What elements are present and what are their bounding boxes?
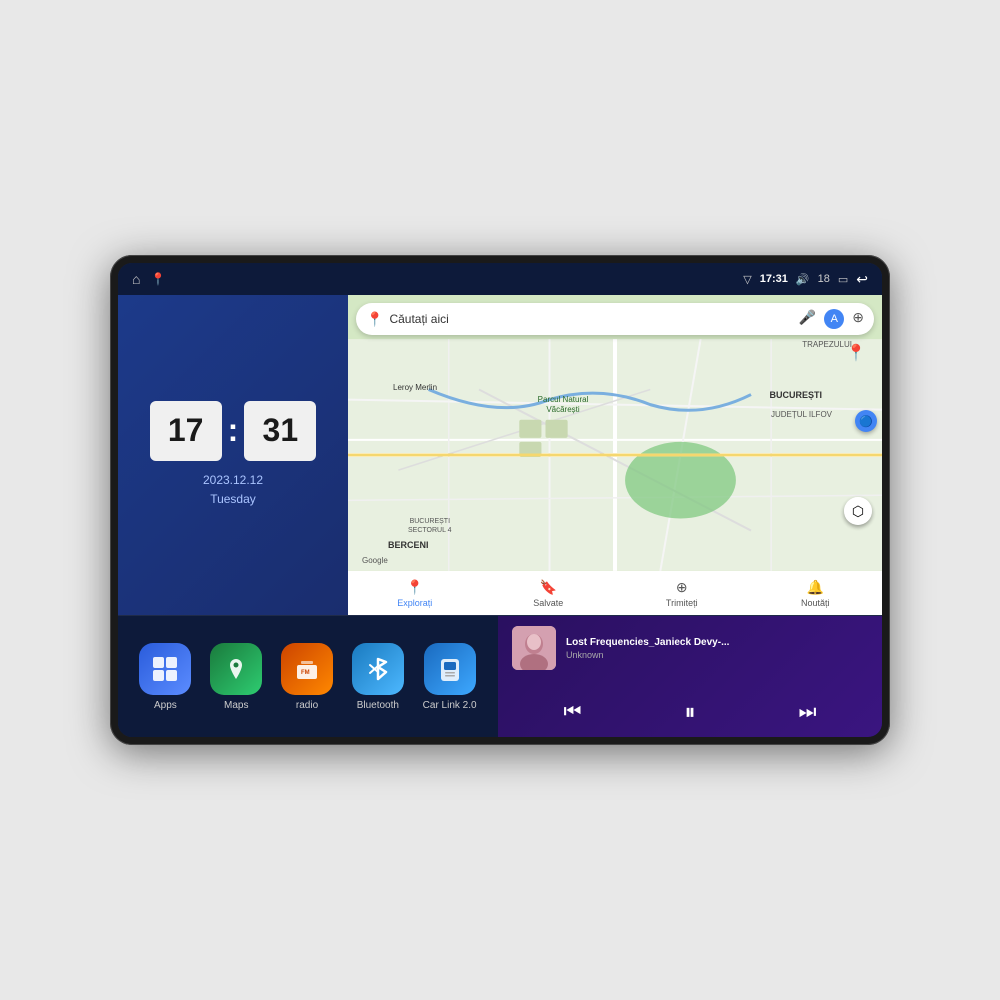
- apps-label: Apps: [154, 700, 177, 711]
- clock-hours: 17: [150, 401, 222, 461]
- clock-colon: :: [228, 412, 239, 449]
- next-button[interactable]: ⏭: [798, 702, 816, 722]
- map-bottom-nav: 📍 Explorați 🔖 Salvate ⊕ Trimiteți 🔔: [348, 571, 882, 615]
- radio-icon-box: FM: [281, 643, 333, 695]
- map-label-google: Google: [362, 556, 388, 565]
- music-title: Lost Frequencies_Janieck Devy-...: [566, 637, 868, 648]
- map-label-leroy: Leroy Merlin: [393, 383, 437, 392]
- map-search-actions: 🎤 A ⊕: [799, 309, 864, 329]
- music-player: Lost Frequencies_Janieck Devy-... Unknow…: [498, 616, 882, 737]
- status-left: ⌂ 📍: [132, 271, 165, 287]
- time-display: 17:31: [760, 273, 788, 285]
- map-location-pin: 🔵: [855, 410, 877, 432]
- map-label-ilfov: JUDEȚUL ILFOV: [771, 410, 832, 419]
- app-icon-bluetooth[interactable]: Bluetooth: [352, 643, 404, 711]
- music-artist: Unknown: [566, 650, 868, 660]
- clock-date: 2023.12.12 Tuesday: [203, 471, 263, 509]
- map-compass-button[interactable]: ⬡: [844, 497, 872, 525]
- radio-label: radio: [296, 700, 318, 711]
- apps-icon-box: [139, 643, 191, 695]
- status-bar: ⌂ 📍 ▽ 17:31 🔊 18 ▭ ↩: [118, 263, 882, 295]
- map-nav-news[interactable]: 🔔 Noutăți: [749, 571, 883, 615]
- device-frame: ⌂ 📍 ▽ 17:31 🔊 18 ▭ ↩ 17 :: [110, 255, 890, 745]
- app-icon-radio[interactable]: FM radio: [281, 643, 333, 711]
- music-controls: ⏮ ⏸ ⏭: [512, 697, 868, 727]
- signal-icon: ▽: [743, 273, 751, 286]
- map-label-bucuresti: BUCUREȘTI: [769, 390, 822, 400]
- account-icon[interactable]: A: [824, 309, 844, 329]
- device-screen: ⌂ 📍 ▽ 17:31 🔊 18 ▭ ↩ 17 :: [118, 263, 882, 737]
- app-icon-carlink[interactable]: Car Link 2.0: [423, 643, 477, 711]
- layers-icon[interactable]: ⊕: [852, 309, 864, 329]
- map-widget[interactable]: 📍 Căutați aici 🎤 A ⊕ BUCUREȘTI JUDEȚUL I…: [348, 295, 882, 615]
- music-info: Lost Frequencies_Janieck Devy-... Unknow…: [512, 626, 868, 670]
- map-label-sector4: BUCUREȘTISECTORUL 4: [408, 517, 452, 535]
- map-label-trapezului: TRAPEZULUI: [802, 340, 852, 349]
- carlink-label: Car Link 2.0: [423, 700, 477, 711]
- svg-text:FM: FM: [301, 670, 310, 676]
- volume-icon: 🔊: [796, 273, 810, 286]
- clock-display: 17 : 31: [150, 401, 317, 461]
- back-icon[interactable]: ↩: [856, 271, 868, 288]
- play-pause-button[interactable]: ⏸: [684, 701, 695, 723]
- music-text: Lost Frequencies_Janieck Devy-... Unknow…: [566, 637, 868, 660]
- map-label-berceni: BERCENI: [388, 540, 429, 550]
- app-icon-apps[interactable]: Apps: [139, 643, 191, 711]
- app-icons-section: Apps Maps: [118, 616, 498, 737]
- app-icon-maps[interactable]: Maps: [210, 643, 262, 711]
- saved-icon: 🔖: [540, 579, 557, 596]
- battery-icon: ▭: [838, 273, 848, 286]
- mic-icon[interactable]: 🎤: [799, 309, 816, 329]
- home-icon[interactable]: ⌂: [132, 271, 140, 287]
- map-red-pin: 📍: [846, 343, 866, 363]
- music-album-art: [512, 626, 556, 670]
- prev-button[interactable]: ⏮: [563, 702, 581, 722]
- clock-widget: 17 : 31 2023.12.12 Tuesday: [118, 295, 348, 615]
- maps-label: Maps: [224, 700, 248, 711]
- top-row: 17 : 31 2023.12.12 Tuesday: [118, 295, 882, 615]
- main-area: 17 : 31 2023.12.12 Tuesday: [118, 295, 882, 737]
- map-search-text: Căutați aici: [389, 312, 448, 326]
- maps-icon-box: [210, 643, 262, 695]
- status-right: ▽ 17:31 🔊 18 ▭ ↩: [743, 271, 868, 288]
- carlink-icon-box: [424, 643, 476, 695]
- battery-level: 18: [818, 273, 830, 285]
- map-nav-saved[interactable]: 🔖 Salvate: [482, 571, 616, 615]
- map-label-parc: Parcul Natural Văcărești: [528, 395, 598, 414]
- news-icon: 🔔: [807, 579, 824, 596]
- map-nav-share[interactable]: ⊕ Trimiteți: [615, 571, 749, 615]
- clock-minutes: 31: [244, 401, 316, 461]
- map-search-bar[interactable]: 📍 Căutați aici 🎤 A ⊕: [356, 303, 874, 335]
- maps-status-icon: 📍: [150, 272, 165, 286]
- bottom-row: Apps Maps: [118, 615, 882, 737]
- map-pin-icon: 📍: [366, 311, 383, 328]
- explore-icon: 📍: [406, 579, 423, 596]
- share-icon: ⊕: [676, 579, 688, 596]
- map-nav-explore[interactable]: 📍 Explorați: [348, 571, 482, 615]
- bluetooth-label: Bluetooth: [357, 700, 399, 711]
- bluetooth-icon-box: [352, 643, 404, 695]
